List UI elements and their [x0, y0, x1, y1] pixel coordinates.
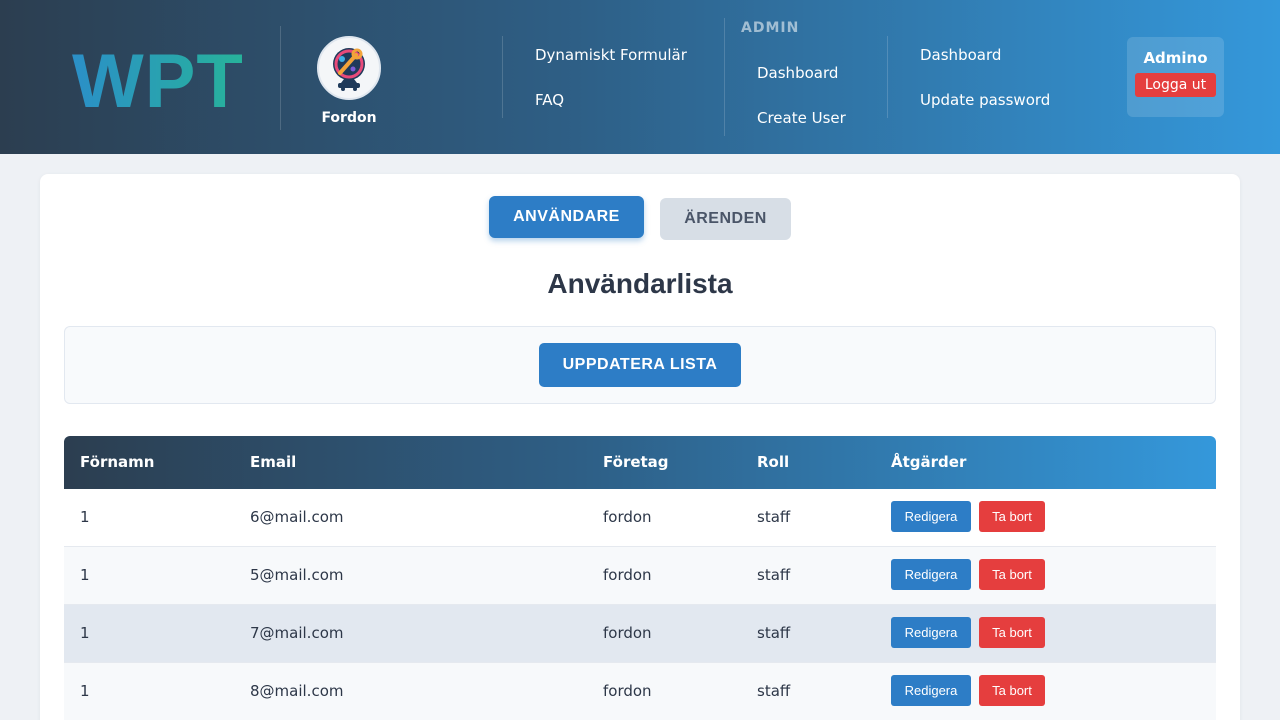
- edit-button[interactable]: Redigera: [891, 559, 971, 590]
- table-row: 1 5@mail.com fordon staff Redigera Ta bo…: [64, 547, 1216, 605]
- cell-first-name: 1: [80, 508, 90, 526]
- divider: [280, 26, 281, 130]
- column-header-actions: Åtgärder: [891, 453, 967, 471]
- table-row: 1 7@mail.com fordon staff Redigera Ta bo…: [64, 605, 1216, 663]
- logout-button[interactable]: Logga ut: [1134, 73, 1217, 97]
- delete-button[interactable]: Ta bort: [979, 501, 1045, 532]
- cell-role: staff: [757, 566, 791, 584]
- refresh-panel: UPPDATERA LISTA: [64, 326, 1216, 404]
- brand-name: Fordon: [321, 110, 377, 126]
- divider: [502, 36, 503, 118]
- cell-company: fordon: [603, 682, 652, 700]
- cell-first-name: 1: [80, 624, 90, 642]
- cell-email: 8@mail.com: [250, 682, 344, 700]
- user-panel: Admino Logga ut: [1127, 37, 1224, 117]
- nav-link-dynamic-form[interactable]: Dynamiskt Formulär: [535, 46, 687, 64]
- refresh-list-button[interactable]: UPPDATERA LISTA: [539, 343, 741, 387]
- cell-first-name: 1: [80, 682, 90, 700]
- table-row: 1 8@mail.com fordon staff Redigera Ta bo…: [64, 663, 1216, 720]
- cell-role: staff: [757, 624, 791, 642]
- top-navbar: WPT Fordon Dynamiskt Formulär FAQ ADMIN …: [0, 0, 1280, 154]
- nav-link-faq[interactable]: FAQ: [535, 91, 564, 109]
- admin-section-heading: ADMIN: [741, 20, 800, 36]
- nav-link-dashboard[interactable]: Dashboard: [920, 46, 1001, 64]
- cell-email: 5@mail.com: [250, 566, 344, 584]
- cell-email: 6@mail.com: [250, 508, 344, 526]
- page-title: Användarlista: [547, 268, 733, 299]
- brand-block[interactable]: Fordon: [310, 36, 388, 126]
- username: Admino: [1143, 49, 1208, 67]
- divider: [724, 18, 725, 136]
- site-logo[interactable]: WPT: [72, 40, 244, 124]
- column-header-role[interactable]: Roll: [757, 436, 789, 489]
- edit-button[interactable]: Redigera: [891, 675, 971, 706]
- cell-company: fordon: [603, 566, 652, 584]
- nav-link-admin-dashboard[interactable]: Dashboard: [757, 64, 838, 82]
- nav-link-update-password[interactable]: Update password: [920, 91, 1050, 109]
- delete-button[interactable]: Ta bort: [979, 675, 1045, 706]
- column-header-company[interactable]: Företag: [603, 436, 669, 489]
- tab-cases[interactable]: ÄRENDEN: [660, 198, 791, 240]
- wrench-car-logo-icon: [317, 36, 381, 100]
- users-table: Förnamn Email Företag Roll Åtgärder 1 6@…: [64, 436, 1216, 720]
- cell-first-name: 1: [80, 566, 90, 584]
- tab-users[interactable]: ANVÄNDARE: [489, 196, 644, 238]
- cell-company: fordon: [603, 624, 652, 642]
- column-header-email[interactable]: Email: [250, 436, 296, 489]
- edit-button[interactable]: Redigera: [891, 501, 971, 532]
- cell-role: staff: [757, 682, 791, 700]
- delete-button[interactable]: Ta bort: [979, 617, 1045, 648]
- table-row: 1 6@mail.com fordon staff Redigera Ta bo…: [64, 489, 1216, 547]
- edit-button[interactable]: Redigera: [891, 617, 971, 648]
- delete-button[interactable]: Ta bort: [979, 559, 1045, 590]
- cell-email: 7@mail.com: [250, 624, 344, 642]
- column-header-first-name[interactable]: Förnamn: [80, 436, 154, 489]
- divider: [887, 36, 888, 118]
- nav-link-create-user[interactable]: Create User: [757, 109, 846, 127]
- cell-company: fordon: [603, 508, 652, 526]
- cell-role: staff: [757, 508, 791, 526]
- table-header: Förnamn Email Företag Roll Åtgärder: [64, 436, 1216, 489]
- main-card: ANVÄNDARE ÄRENDEN Användarlista UPPDATER…: [40, 174, 1240, 720]
